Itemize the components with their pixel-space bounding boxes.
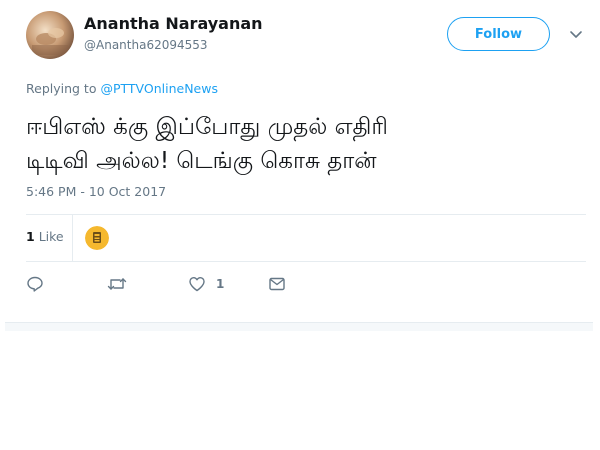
tweet-action-bar: 1	[26, 272, 586, 296]
tweet-timestamp[interactable]: 5:46 PM - 10 Oct 2017	[26, 184, 166, 199]
heart-icon	[189, 277, 205, 292]
liker-avatar[interactable]	[85, 226, 109, 250]
avatar-photo-icon	[26, 11, 74, 59]
likes-stats-row: 1 Like	[26, 215, 586, 261]
reply-context-prefix: Replying to	[26, 81, 97, 96]
envelope-icon	[269, 277, 285, 291]
user-handle[interactable]: @Anantha62094553	[84, 38, 208, 52]
reply-icon	[27, 276, 43, 292]
likes-count[interactable]: 1 Like	[26, 229, 64, 244]
reply-mention-link[interactable]: @PTTVOnlineNews	[100, 81, 218, 96]
tweet-card: Anantha Narayanan @Anantha62094553 Follo…	[0, 0, 600, 450]
user-avatar[interactable]	[26, 11, 74, 59]
reply-context: Replying to @PTTVOnlineNews	[26, 81, 218, 96]
tweet-text: ஈபிஎஸ் க்கு இப்போது முதல் எதிரி டிடிவி அ…	[26, 110, 586, 178]
direct-message-button[interactable]	[268, 272, 286, 296]
follow-button[interactable]: Follow	[447, 17, 550, 51]
like-button[interactable]: 1	[188, 272, 224, 296]
divider	[26, 261, 586, 262]
reply-button[interactable]	[26, 272, 44, 296]
like-count: 1	[216, 277, 225, 291]
likes-count-label: Like	[38, 229, 64, 244]
retweet-button[interactable]	[107, 272, 127, 296]
display-name[interactable]: Anantha Narayanan	[84, 14, 263, 33]
retweet-icon	[107, 278, 127, 290]
liker-avatar-icon	[85, 226, 109, 250]
card-bottom-border	[5, 322, 593, 331]
divider	[72, 215, 73, 261]
tweet-text-line: ஈபிஎஸ் க்கு இப்போது முதல் எதிரி	[26, 114, 388, 140]
likes-count-number: 1	[26, 229, 35, 244]
chevron-down-icon[interactable]	[569, 27, 583, 41]
tweet-text-line: டிடிவி அல்ல! டெங்கு கொசு தான்	[26, 148, 377, 174]
